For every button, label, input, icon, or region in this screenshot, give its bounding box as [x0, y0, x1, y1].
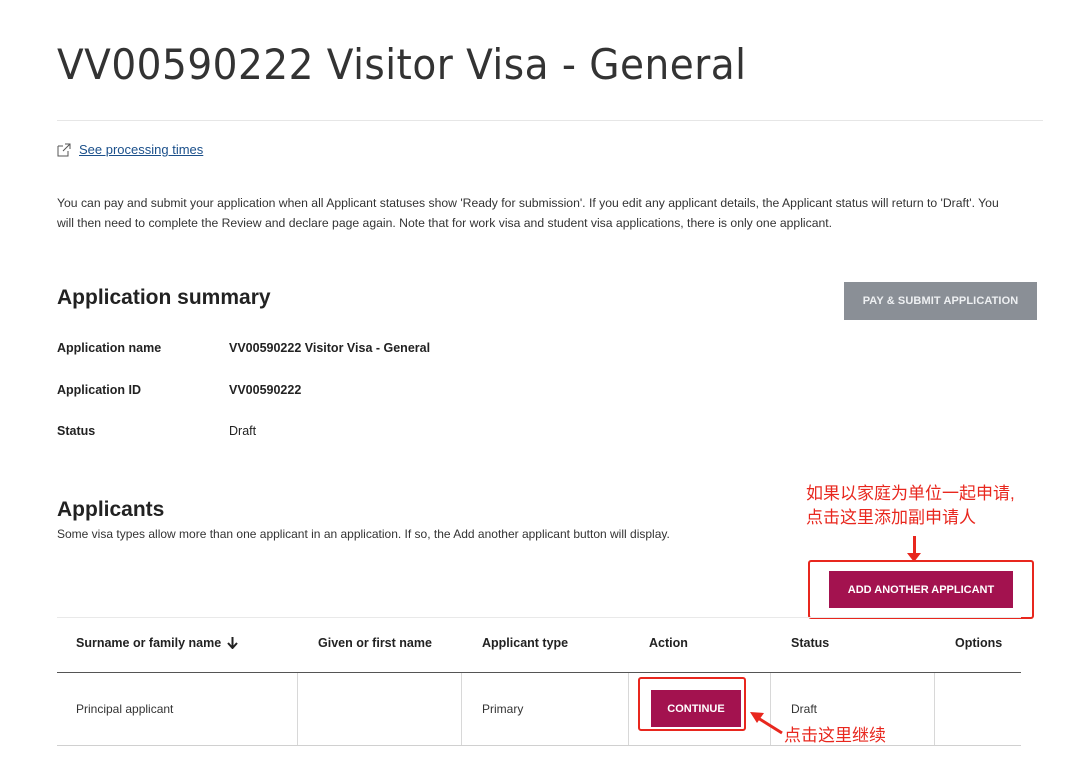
intro-text: You can pay and submit your application …	[57, 196, 999, 230]
summary-value: VV00590222	[229, 383, 302, 397]
external-link-icon	[57, 143, 71, 156]
table-header-border	[57, 672, 1021, 673]
pay-submit-button[interactable]: PAY & SUBMIT APPLICATION	[844, 282, 1037, 320]
column-header-action: Action	[649, 636, 688, 650]
column-header-label: Status	[791, 636, 830, 650]
summary-row-status: Status Draft	[57, 424, 256, 438]
add-another-applicant-button[interactable]: ADD ANOTHER APPLICANT	[829, 571, 1013, 608]
annotation-highlight-box	[638, 677, 746, 731]
cell-status: Draft	[791, 702, 818, 716]
summary-row-id: Application ID VV00590222	[57, 383, 301, 397]
column-header-surname[interactable]: Surname or family name	[76, 636, 238, 650]
annotation-continue: 点击这里继续	[784, 726, 886, 745]
title-divider	[57, 120, 1043, 121]
application-summary-heading: Application summary	[57, 286, 271, 309]
column-header-label: Given or first name	[318, 636, 432, 650]
summary-value: VV00590222 Visitor Visa - General	[229, 341, 431, 355]
processing-times-link-wrap[interactable]: See processing times	[57, 142, 203, 157]
column-header-label: Action	[649, 636, 688, 650]
cell-type: Primary	[482, 702, 524, 716]
column-divider	[461, 673, 462, 745]
summary-row-name: Application name VV00590222 Visitor Visa…	[57, 341, 430, 355]
processing-times-link[interactable]: See processing times	[79, 142, 203, 157]
annotation-add-applicant: 如果以家庭为单位一起申请, 点击这里添加副申请人	[806, 482, 1015, 530]
column-header-given: Given or first name	[318, 636, 432, 650]
column-divider	[297, 673, 298, 745]
column-divider	[770, 673, 771, 745]
column-header-label: Options	[955, 636, 1003, 650]
column-divider	[934, 673, 935, 745]
page-title: VV00590222 Visitor Visa - General	[57, 40, 747, 89]
summary-value: Draft	[229, 424, 257, 438]
annotation-line: 点击这里添加副申请人	[806, 508, 976, 527]
cell-surname: Principal applicant	[76, 702, 174, 716]
arrow-down-icon	[227, 637, 238, 649]
summary-label: Application ID	[57, 383, 142, 397]
annotation-line: 如果以家庭为单位一起申请,	[806, 484, 1015, 503]
summary-label: Application name	[57, 341, 162, 355]
column-divider	[628, 673, 629, 745]
applicants-heading: Applicants	[57, 498, 165, 521]
column-header-type: Applicant type	[482, 636, 568, 650]
column-header-label: Applicant type	[482, 636, 569, 650]
table-top-border	[57, 617, 1021, 618]
column-header-options: Options	[955, 636, 1002, 650]
summary-label: Status	[57, 424, 96, 438]
column-header-status: Status	[791, 636, 829, 650]
applicants-subtext: Some visa types allow more than one appl…	[57, 527, 670, 541]
column-header-label: Surname or family name	[76, 636, 222, 650]
